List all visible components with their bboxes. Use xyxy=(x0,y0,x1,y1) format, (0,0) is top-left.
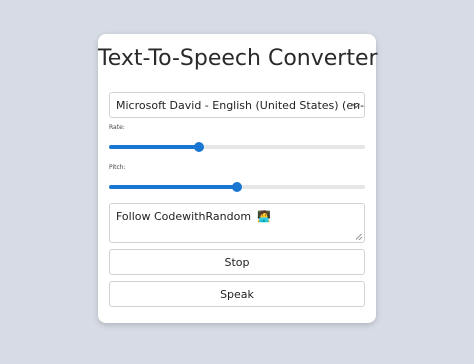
voice-select-value: Microsoft David - English (United States… xyxy=(116,98,365,112)
rate-slider-fill xyxy=(109,145,199,149)
rate-slider-thumb[interactable] xyxy=(193,142,204,152)
technologist-emoji-icon: 🧑‍💻 xyxy=(257,210,271,223)
tts-card: Text-To-Speech Converter Microsoft David… xyxy=(98,34,378,323)
speak-button[interactable]: Speak xyxy=(109,281,365,307)
rate-label: Rate: xyxy=(109,124,125,131)
text-input-value: Follow CodewithRandom xyxy=(116,210,252,223)
pitch-slider-thumb[interactable] xyxy=(232,182,242,192)
stop-button[interactable]: Stop xyxy=(109,249,365,275)
rate-slider[interactable] xyxy=(109,141,365,152)
pitch-label: Pitch: xyxy=(109,164,126,171)
pitch-slider-fill xyxy=(109,185,237,189)
pitch-slider[interactable] xyxy=(109,181,365,192)
text-input[interactable]: Follow CodewithRandom 🧑‍💻 xyxy=(109,203,365,243)
resize-handle-icon[interactable] xyxy=(356,234,362,240)
page-title: Text-To-Speech Converter xyxy=(98,46,378,71)
voice-select[interactable]: Microsoft David - English (United States… xyxy=(109,92,365,118)
